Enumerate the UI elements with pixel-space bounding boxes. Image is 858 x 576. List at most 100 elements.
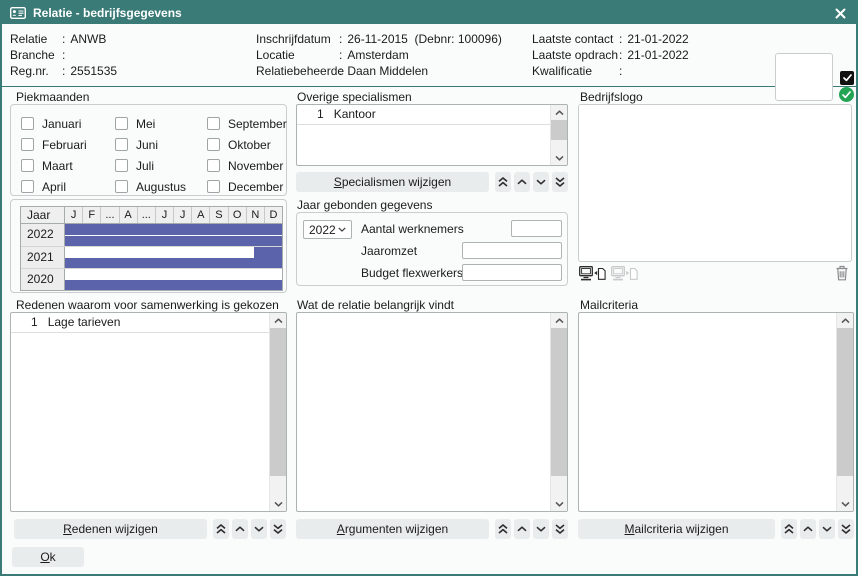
field-label: Inschrijfdatum bbox=[256, 32, 339, 48]
ok-button[interactable]: Ok bbox=[12, 547, 84, 567]
separator: : bbox=[62, 48, 70, 64]
activity-bar-top bbox=[65, 269, 282, 280]
field-value: 21-01-2022 bbox=[627, 32, 688, 48]
header-cell-month: A bbox=[192, 207, 210, 223]
scroll-down-icon[interactable] bbox=[270, 496, 286, 511]
scroll-up-icon[interactable] bbox=[270, 313, 286, 328]
move-bottom-icon[interactable] bbox=[270, 519, 286, 539]
checkbox-augustus[interactable] bbox=[115, 180, 128, 193]
scrollbar[interactable] bbox=[550, 105, 567, 165]
bedrijfslogo-placeholder bbox=[578, 104, 852, 262]
specialismen-listbox[interactable]: 1 Kantoor bbox=[296, 104, 568, 166]
item-number: 1 bbox=[317, 105, 324, 124]
move-top-icon[interactable] bbox=[495, 172, 511, 192]
scroll-thumb[interactable] bbox=[837, 328, 853, 476]
redenen-title: Redenen waarom voor samenwerking is geko… bbox=[16, 299, 279, 312]
scroll-thumb[interactable] bbox=[270, 328, 286, 476]
move-up-icon[interactable] bbox=[514, 172, 530, 192]
move-top-icon[interactable] bbox=[495, 519, 511, 539]
checkbox-september[interactable] bbox=[207, 117, 220, 130]
chevron-down-icon bbox=[338, 227, 346, 232]
month-label: Mei bbox=[136, 117, 155, 131]
move-down-icon[interactable] bbox=[533, 172, 549, 192]
mailcriteria-listbox[interactable] bbox=[578, 312, 854, 512]
list-item[interactable]: 1 Lage tarieven bbox=[11, 313, 269, 333]
checkbox-november[interactable] bbox=[207, 159, 220, 172]
jaaromzet-input[interactable] bbox=[462, 242, 562, 259]
redenen-button-row: Redenen wijzigen bbox=[14, 519, 286, 539]
scroll-down-icon[interactable] bbox=[551, 150, 567, 165]
mailcriteria-wijzigen-button[interactable]: Mailcriteria wijzigen bbox=[578, 519, 775, 539]
separator: : bbox=[339, 48, 347, 64]
move-down-icon[interactable] bbox=[251, 519, 267, 539]
field-label: Reg.nr. bbox=[10, 64, 62, 80]
mailcriteria-title: Mailcriteria bbox=[580, 299, 638, 312]
header-row-relatie: Relatie:ANWB bbox=[10, 32, 117, 48]
move-down-icon[interactable] bbox=[819, 519, 835, 539]
aantal-werknemers-input[interactable] bbox=[511, 220, 562, 237]
checkbox-februari[interactable] bbox=[21, 138, 34, 151]
checked-checkbox-icon[interactable] bbox=[840, 71, 854, 85]
specialismen-wijzigen-button[interactable]: Specialismen wijzigen bbox=[296, 172, 489, 192]
month-row: Augustus bbox=[115, 180, 186, 193]
move-bottom-icon[interactable] bbox=[552, 519, 568, 539]
separator: : bbox=[339, 32, 347, 48]
close-icon[interactable] bbox=[832, 5, 848, 21]
window-title: Relatie - bedrijfsgegevens bbox=[33, 6, 182, 20]
reorder-buttons bbox=[495, 172, 568, 192]
redenen-wijzigen-button[interactable]: Redenen wijzigen bbox=[14, 519, 207, 539]
argumenten-wijzigen-button[interactable]: Argumenten wijzigen bbox=[296, 519, 489, 539]
month-row: November bbox=[207, 159, 287, 172]
month-row: Oktober bbox=[207, 138, 287, 151]
move-up-icon[interactable] bbox=[232, 519, 248, 539]
activity-bar-top bbox=[65, 224, 282, 235]
status-check-icon[interactable] bbox=[839, 87, 854, 102]
year-select[interactable]: 2022 bbox=[303, 220, 352, 239]
year-bars bbox=[65, 224, 282, 246]
scroll-up-icon[interactable] bbox=[551, 105, 567, 120]
scroll-up-icon[interactable] bbox=[551, 313, 567, 328]
title-bar: Relatie - bedrijfsgegevens bbox=[2, 2, 856, 24]
move-top-icon[interactable] bbox=[781, 519, 797, 539]
specialismen-button-row: Specialismen wijzigen bbox=[296, 172, 568, 192]
scroll-down-icon[interactable] bbox=[551, 496, 567, 511]
scrollbar[interactable] bbox=[550, 313, 567, 511]
move-up-icon[interactable] bbox=[514, 519, 530, 539]
month-label: April bbox=[42, 180, 66, 194]
relatie-bedrijfsgegevens-window: Relatie - bedrijfsgegevens Relatie:ANWB … bbox=[0, 0, 858, 576]
move-up-icon[interactable] bbox=[800, 519, 816, 539]
budget-flexwerkers-input[interactable] bbox=[462, 264, 562, 281]
scrollbar[interactable] bbox=[836, 313, 853, 511]
checkbox-maart[interactable] bbox=[21, 159, 34, 172]
scroll-thumb[interactable] bbox=[551, 120, 567, 140]
scroll-down-icon[interactable] bbox=[837, 496, 853, 511]
field-value: Amsterdam bbox=[347, 48, 408, 64]
scroll-up-icon[interactable] bbox=[837, 313, 853, 328]
month-row: Februari bbox=[21, 138, 87, 151]
move-top-icon[interactable] bbox=[213, 519, 229, 539]
scroll-thumb[interactable] bbox=[551, 328, 567, 476]
separator: : bbox=[62, 64, 70, 80]
year-label: 2020 bbox=[21, 269, 65, 290]
checkbox-oktober[interactable] bbox=[207, 138, 220, 151]
scrollbar[interactable] bbox=[269, 313, 286, 511]
header-row-relatiebeheerder: Relatiebeheerde:Daan Middelen bbox=[256, 64, 502, 80]
month-row: Januari bbox=[21, 117, 87, 130]
belangrijk-listbox[interactable] bbox=[296, 312, 568, 512]
move-bottom-icon[interactable] bbox=[552, 172, 568, 192]
delete-logo-trash-icon[interactable] bbox=[834, 264, 850, 282]
checkbox-april[interactable] bbox=[21, 180, 34, 193]
move-bottom-icon[interactable] bbox=[838, 519, 854, 539]
year-row-2020: 2020 bbox=[21, 268, 282, 290]
checkbox-juli[interactable] bbox=[115, 159, 128, 172]
checkbox-december[interactable] bbox=[207, 180, 220, 193]
load-logo-icon[interactable] bbox=[578, 265, 606, 283]
separator: : bbox=[619, 48, 627, 64]
move-down-icon[interactable] bbox=[533, 519, 549, 539]
checkbox-mei[interactable] bbox=[115, 117, 128, 130]
checkbox-juni[interactable] bbox=[115, 138, 128, 151]
checkbox-januari[interactable] bbox=[21, 117, 34, 130]
list-item[interactable]: 1 Kantoor bbox=[297, 105, 550, 125]
redenen-listbox[interactable]: 1 Lage tarieven bbox=[10, 312, 287, 512]
export-logo-icon[interactable] bbox=[610, 265, 638, 283]
